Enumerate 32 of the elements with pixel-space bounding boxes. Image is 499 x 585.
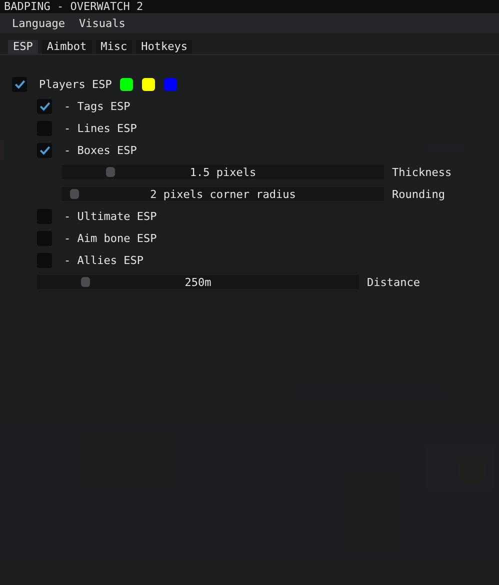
checkbox[interactable] — [37, 98, 52, 114]
slider-thumb[interactable] — [106, 167, 115, 177]
checkbox[interactable] — [12, 76, 27, 92]
color-swatch[interactable] — [120, 78, 133, 90]
color-swatch[interactable] — [142, 78, 155, 90]
slider[interactable]: 250m — [37, 275, 359, 289]
slider-thumb[interactable] — [80, 277, 90, 287]
slider-value: 250m — [184, 276, 212, 288]
tab[interactable]: Aimbot — [42, 40, 92, 54]
color-swatch[interactable] — [164, 78, 177, 90]
slider[interactable]: 1.5 pixels — [62, 165, 384, 179]
slider-label: Distance — [367, 276, 420, 288]
checkbox-label: - Tags ESP — [64, 100, 130, 112]
checkbox-label: - Allies ESP — [64, 254, 144, 266]
menu-item[interactable]: Visuals — [78, 16, 126, 30]
slider-thumb[interactable] — [70, 189, 80, 199]
slider-value: 1.5 pixels — [190, 166, 256, 178]
checkbox-label: - Lines ESP — [64, 122, 137, 134]
checkbox-label: - Boxes ESP — [64, 144, 137, 156]
slider-label: Thickness — [392, 166, 452, 178]
slider-label: Rounding — [392, 188, 445, 200]
slider[interactable]: 2 pixels corner radius — [62, 187, 384, 201]
menu-item[interactable]: Language — [12, 16, 65, 30]
tab[interactable]: Hotkeys — [136, 40, 192, 54]
window-title: BADPING - OVERWATCH 2 — [0, 0, 499, 13]
checkbox-label: - Ultimate ESP — [64, 210, 157, 222]
tab[interactable]: ESP — [8, 40, 38, 54]
tab[interactable]: Misc — [96, 40, 132, 54]
checkbox-label: - Aim bone ESP — [64, 232, 157, 244]
checkbox[interactable] — [37, 142, 52, 158]
slider-value: 2 pixels corner radius — [150, 188, 296, 200]
checkbox-label: Players ESP — [39, 78, 112, 90]
